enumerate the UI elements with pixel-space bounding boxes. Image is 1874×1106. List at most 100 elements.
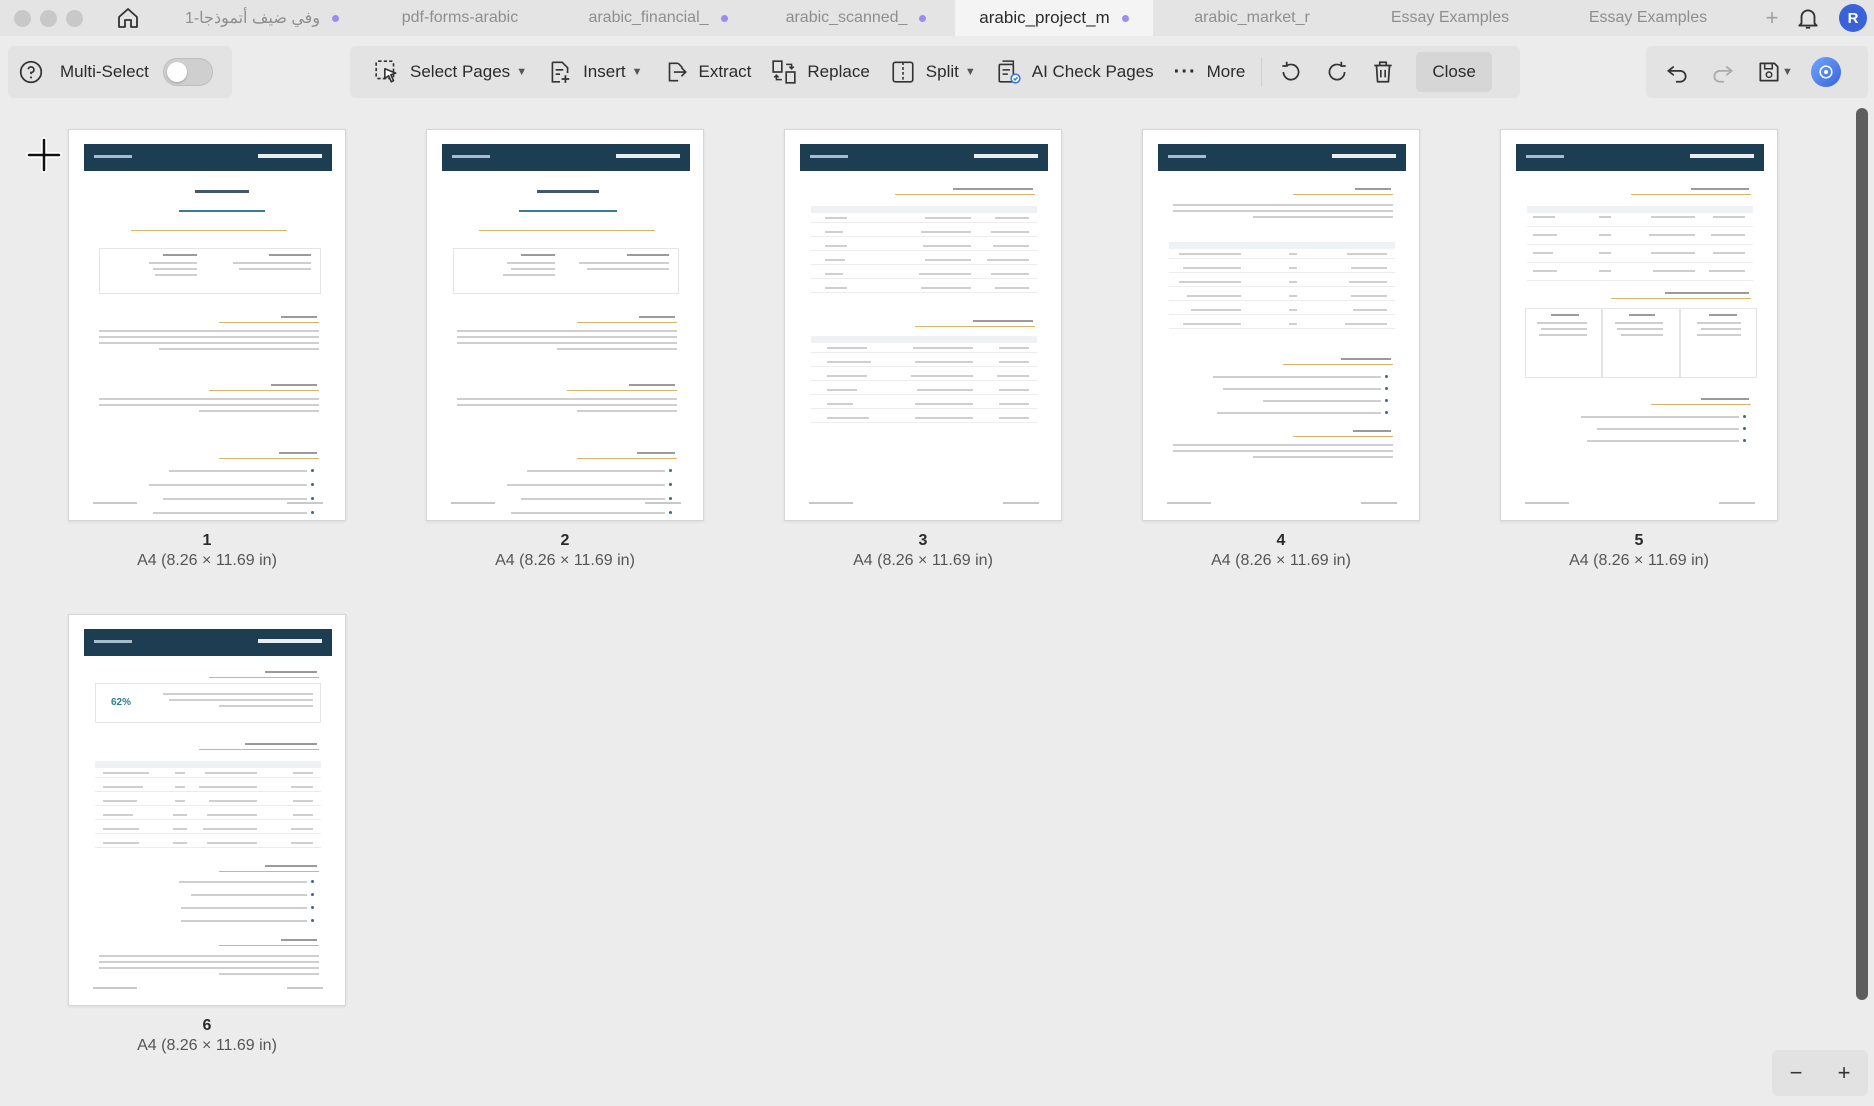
- page-number: 2: [560, 532, 570, 549]
- close-window-button[interactable]: [14, 9, 31, 27]
- close-organize-button[interactable]: Close: [1416, 52, 1492, 92]
- minimize-window-button[interactable]: [40, 9, 57, 27]
- add-page-cursor-icon: [26, 137, 62, 173]
- tab-label: Essay Examples: [1390, 9, 1510, 26]
- page-size-label: A4 (8.26 × 11.69 in): [137, 1037, 277, 1054]
- page-size-label: A4 (8.26 × 11.69 in): [1569, 552, 1709, 569]
- page-preview: 62%: [68, 614, 346, 1006]
- select-pages-button[interactable]: Select Pages ▼: [364, 52, 537, 92]
- user-avatar[interactable]: R: [1839, 4, 1867, 32]
- chevron-down-icon: ▼: [964, 66, 976, 78]
- tab-item[interactable]: Essay Examples: [1549, 0, 1747, 36]
- page-size-label: A4 (8.26 × 11.69 in): [853, 552, 993, 569]
- zoom-controls: − +: [1772, 1050, 1868, 1096]
- multi-select-label: Multi-Select: [60, 62, 149, 81]
- tab-item[interactable]: Essay Examples: [1351, 0, 1549, 36]
- ai-assistant-icon[interactable]: [1810, 57, 1841, 87]
- help-icon: [19, 60, 43, 84]
- save-button[interactable]: ▼: [1746, 52, 1803, 92]
- ai-check-pages-label: AI Check Pages: [1031, 62, 1154, 81]
- page-actions-panel: Select Pages ▼ Insert ▼ Extract Replace …: [350, 46, 1520, 98]
- page-thumbnail-6[interactable]: 62% 6 A4 (8.26 × 11.69 in): [68, 614, 346, 1055]
- page-size-label: A4 (8.26 × 11.69 in): [137, 552, 277, 569]
- tab-item[interactable]: arabic_financial_: [559, 0, 757, 36]
- select-pages-label: Select Pages: [410, 62, 511, 81]
- split-icon: [892, 61, 914, 83]
- tab-label: arabic_market_r: [1194, 9, 1310, 26]
- replace-label: Replace: [807, 62, 870, 81]
- zoom-out-button[interactable]: −: [1790, 1060, 1803, 1086]
- replace-button[interactable]: Replace: [761, 52, 879, 92]
- unsaved-dot-icon: [1121, 14, 1129, 22]
- tab-label: arabic_project_m: [979, 8, 1110, 27]
- page-number: 3: [918, 532, 928, 549]
- unsaved-dot-icon: [332, 14, 340, 22]
- tab-item[interactable]: وفي ضيف أتموذجا-1: [163, 0, 361, 36]
- history-panel: ▼: [1646, 46, 1868, 98]
- tab-strip: وفي ضيف أتموذجا-1 pdf-forms-arabic arabi…: [163, 0, 1747, 36]
- more-button[interactable]: ··· More: [1164, 52, 1256, 92]
- delete-page-button[interactable]: [1360, 52, 1406, 92]
- page-preview: [68, 129, 346, 521]
- page-number: 1: [202, 532, 212, 549]
- help-button[interactable]: [8, 52, 54, 92]
- unsaved-dot-icon: [720, 14, 728, 22]
- ai-check-pages-button[interactable]: AI Check Pages: [986, 52, 1164, 92]
- redo-button[interactable]: [1700, 52, 1746, 92]
- insert-label: Insert: [583, 62, 626, 81]
- page-number: 6: [202, 1017, 212, 1034]
- extract-button[interactable]: Extract: [653, 52, 762, 92]
- page-thumbnail-4[interactable]: 4 A4 (8.26 × 11.69 in): [1142, 129, 1420, 570]
- chevron-down-icon: ▼: [631, 66, 643, 78]
- multi-select-panel: Multi-Select: [8, 46, 232, 98]
- tab-label: pdf-forms-arabic: [401, 9, 519, 26]
- extract-label: Extract: [698, 62, 752, 81]
- close-label: Close: [1432, 62, 1476, 81]
- title-bar: وفي ضيف أتموذجا-1 pdf-forms-arabic arabi…: [0, 0, 1874, 36]
- progress-percent: 62%: [111, 697, 132, 708]
- tab-item[interactable]: arabic_scanned_: [757, 0, 955, 36]
- save-icon: [1759, 62, 1779, 82]
- tab-item-active[interactable]: arabic_project_m: [955, 0, 1153, 36]
- new-tab-button[interactable]: +: [1757, 5, 1787, 31]
- trash-icon: [1374, 61, 1393, 83]
- page-toolbar: Multi-Select Select Pages ▼ Insert ▼ Ext…: [0, 36, 1874, 108]
- page-size-label: A4 (8.26 × 11.69 in): [495, 552, 635, 569]
- chevron-down-icon: ▼: [516, 66, 528, 78]
- page-thumbnail-2[interactable]: 2 A4 (8.26 × 11.69 in): [426, 129, 704, 570]
- document-header-bar: [84, 144, 332, 171]
- bell-icon[interactable]: [1795, 5, 1821, 31]
- tab-item[interactable]: arabic_market_r: [1153, 0, 1351, 36]
- home-icon[interactable]: [113, 3, 143, 33]
- zoom-in-button[interactable]: +: [1838, 1060, 1851, 1086]
- unsaved-dot-icon: [919, 14, 927, 22]
- document-header-bar: [1158, 144, 1406, 171]
- document-header-bar: [1516, 144, 1764, 171]
- page-thumbnail-1[interactable]: 1 A4 (8.26 × 11.69 in): [68, 129, 346, 570]
- rotate-right-icon: [1328, 61, 1347, 81]
- page-preview: [1500, 129, 1778, 521]
- page-size-label: A4 (8.26 × 11.69 in): [1211, 552, 1351, 569]
- page-preview: [784, 129, 1062, 521]
- window-controls: [14, 9, 83, 27]
- insert-page-icon: [551, 61, 570, 83]
- vertical-scrollbar[interactable]: [1856, 108, 1868, 1000]
- page-thumbnail-3[interactable]: 3 A4 (8.26 × 11.69 in): [784, 129, 1062, 570]
- rotate-left-button[interactable]: [1268, 52, 1314, 92]
- page-thumbnail-5[interactable]: 5 A4 (8.26 × 11.69 in): [1500, 129, 1778, 570]
- rotate-right-button[interactable]: [1314, 52, 1360, 92]
- cursor-select-icon: [375, 60, 397, 83]
- extract-icon: [668, 62, 687, 82]
- insert-button[interactable]: Insert ▼: [537, 52, 652, 92]
- multi-select-toggle[interactable]: [162, 58, 213, 86]
- split-button[interactable]: Split ▼: [880, 52, 986, 92]
- maximize-window-button[interactable]: [66, 9, 83, 27]
- undo-button[interactable]: [1654, 52, 1700, 92]
- document-header-bar: [84, 629, 332, 656]
- more-dots-icon: ···: [1173, 60, 1197, 83]
- rotate-left-icon: [1282, 61, 1300, 81]
- redo-icon: [1713, 65, 1734, 83]
- document-header-bar: [800, 144, 1048, 171]
- page-preview: [426, 129, 704, 521]
- tab-item[interactable]: pdf-forms-arabic: [361, 0, 559, 36]
